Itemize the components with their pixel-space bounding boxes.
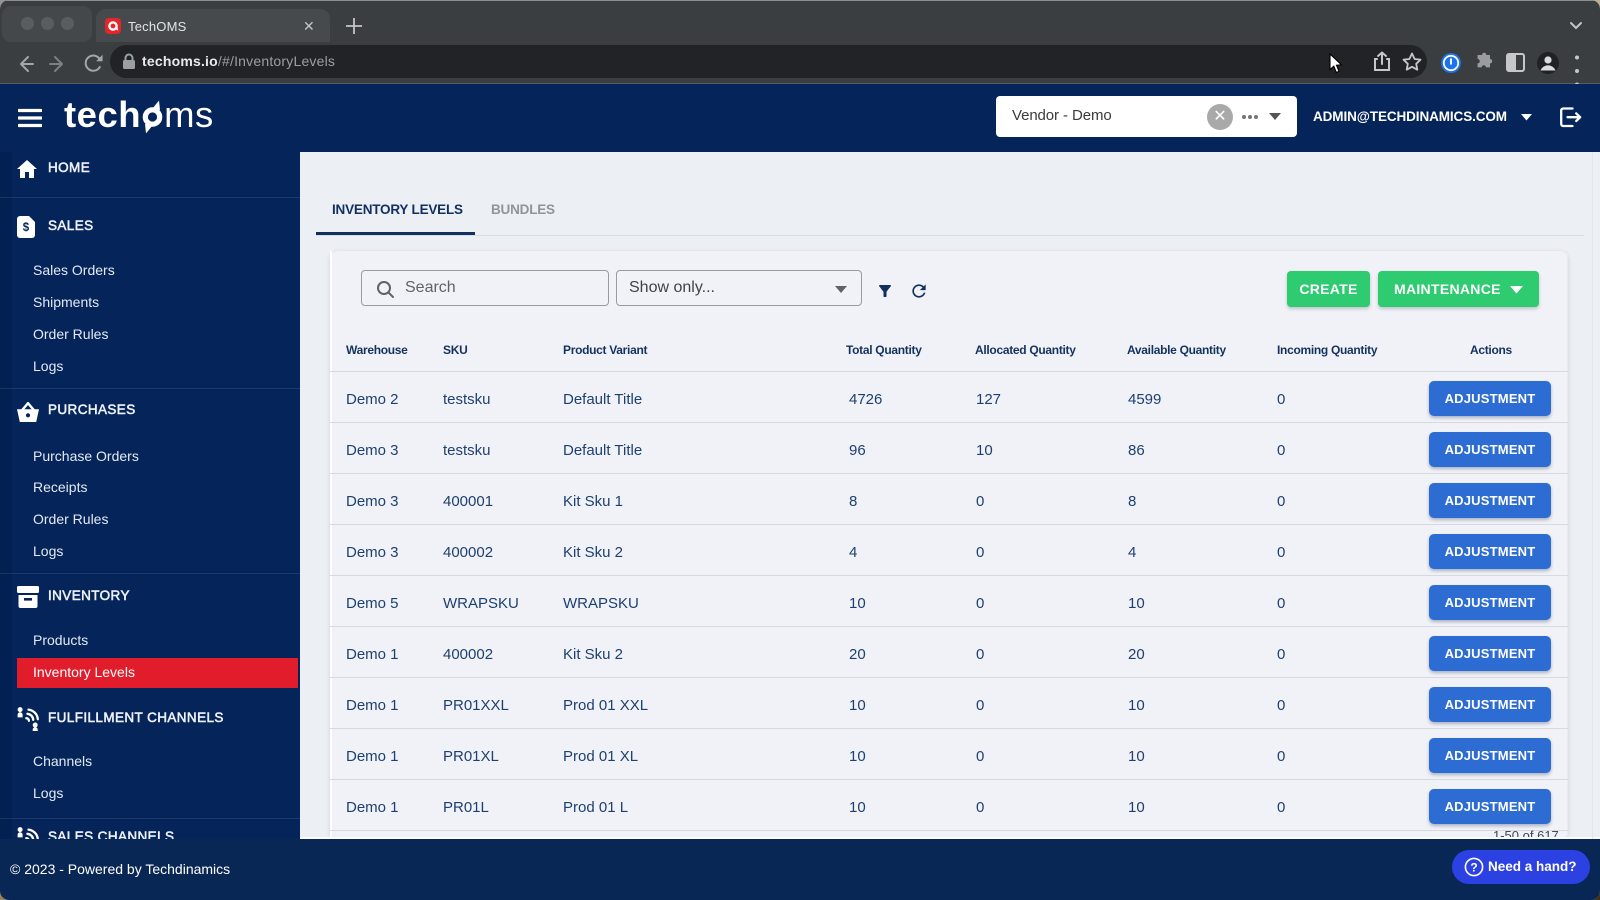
svg-text:$: $ bbox=[23, 222, 30, 234]
svg-text:?: ? bbox=[1470, 861, 1477, 875]
